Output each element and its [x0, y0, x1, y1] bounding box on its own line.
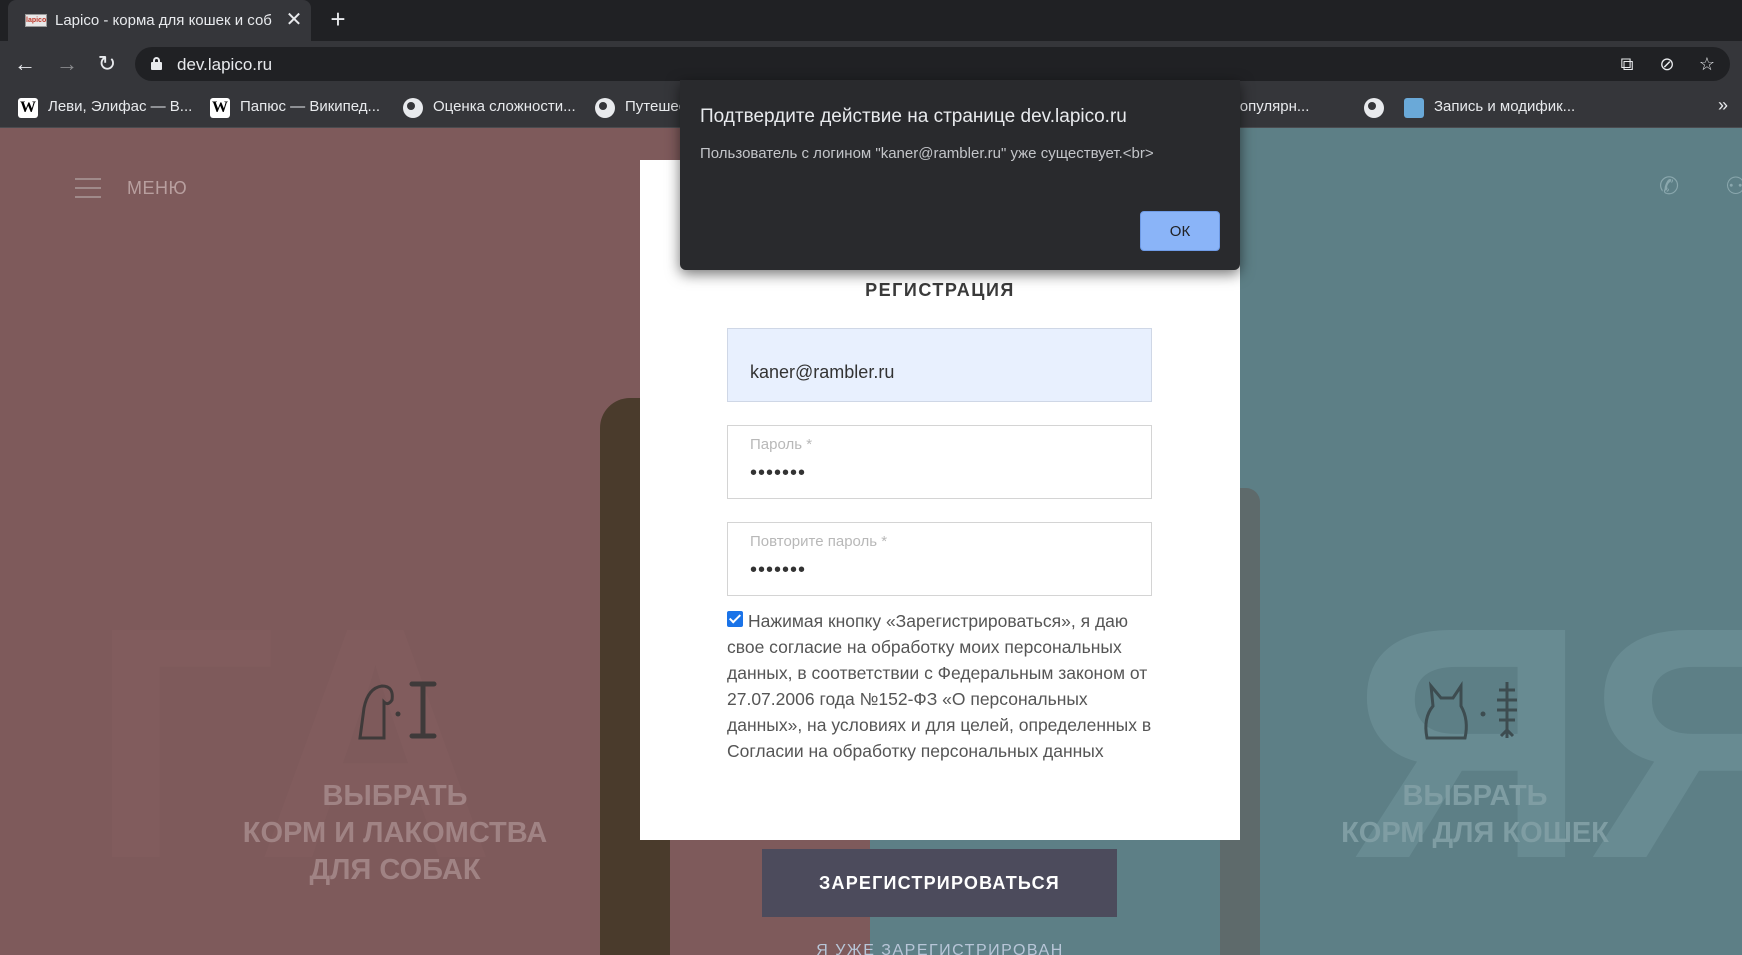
translate-icon[interactable]: ⧉ — [1616, 53, 1638, 75]
tab-close-icon[interactable]: ✕ — [282, 8, 306, 32]
password-label: Пароль * — [750, 436, 813, 453]
wikipedia-icon: W — [18, 98, 38, 118]
reload-icon[interactable]: ↻ — [93, 50, 121, 78]
app-icon — [1404, 98, 1424, 118]
bookmark-label: Оценка сложности... — [433, 98, 576, 115]
globe-icon — [1364, 98, 1384, 118]
background-lettering: ЯЯ — [1350, 558, 1742, 927]
registration-title: РЕГИСТРАЦИЯ — [865, 280, 1015, 300]
cat-and-fishbone-icon — [1424, 681, 1517, 740]
choose-dog-food-link[interactable]: ВЫБРАТЬ КОРМ И ЛАКОМСТВА ДЛЯ СОБАК — [200, 778, 590, 889]
wikipedia-icon: W — [210, 98, 230, 118]
email-value[interactable]: kaner@rambler.ru — [750, 362, 894, 383]
repeat-password-label: Повторите пароль * — [750, 533, 888, 550]
bookmark-label: Путешес — [625, 98, 687, 115]
password-value[interactable]: ••••••• — [750, 462, 806, 485]
dialog-message: Пользователь с логином "kaner@rambler.ru… — [700, 145, 1154, 162]
choose-cat-food-link[interactable]: ВЫБРАТЬ КОРМ ДЛЯ КОШЕК — [1300, 778, 1650, 852]
user-icon[interactable]: ⚇ — [1725, 173, 1742, 201]
cats-line-2: КОРМ ДЛЯ КОШЕК — [1341, 817, 1609, 849]
repeat-password-value[interactable]: ••••••• — [750, 559, 806, 582]
forward-icon[interactable]: → — [53, 50, 81, 78]
bookmark-label: Леви, Элифас — В... — [48, 98, 193, 115]
hamburger-icon — [75, 178, 101, 198]
tab-title: Lapico - корма для кошек и соб — [55, 12, 272, 29]
dog-and-bone-icon — [358, 681, 437, 740]
back-icon[interactable]: ← — [11, 50, 39, 78]
consent-text: Нажимая кнопку «Зарегистрироваться», я д… — [727, 611, 1152, 761]
dogs-line-2: КОРМ И ЛАКОМСТВА — [242, 817, 548, 849]
lock-icon[interactable] — [151, 57, 162, 70]
register-button[interactable]: ЗАРЕГИСТРИРОВАТЬСЯ — [762, 849, 1117, 917]
site-favicon-icon: lapico — [25, 14, 47, 27]
already-registered-link[interactable]: Я УЖЕ ЗАРЕГИСТРИРОВАН — [640, 942, 1240, 955]
bookmark-label: Папюс — Википед... — [240, 98, 381, 115]
browser-tab[interactable]: lapico Lapico - корма для кошек и соб ✕ — [8, 0, 311, 41]
dogs-line-3: ДЛЯ СОБАК — [309, 854, 481, 886]
dogs-line-1: ВЫБРАТЬ — [322, 780, 468, 812]
tab-strip: lapico Lapico - корма для кошек и соб ✕ … — [0, 0, 1742, 41]
password-field[interactable]: Пароль * ••••••• — [727, 425, 1152, 499]
dialog-ok-button[interactable]: ОК — [1140, 211, 1220, 251]
url-text[interactable]: dev.lapico.ru — [177, 55, 272, 75]
globe-icon — [595, 98, 615, 118]
dialog-title: Подтвердите действие на странице dev.lap… — [700, 106, 1127, 127]
bookmark-star-icon[interactable]: ☆ — [1696, 53, 1718, 75]
repeat-password-field[interactable]: Повторите пароль * ••••••• — [727, 522, 1152, 596]
consent-checkbox[interactable] — [727, 611, 743, 627]
bookmark-item[interactable] — [1364, 97, 1386, 119]
email-field[interactable]: kaner@rambler.ru — [727, 328, 1152, 402]
tracking-blocked-eye-icon[interactable]: ⊘ — [1656, 53, 1678, 75]
confirm-dialog: Подтвердите действие на странице dev.lap… — [680, 80, 1240, 270]
globe-icon — [403, 98, 423, 118]
bookmarks-overflow-icon[interactable]: » — [1718, 95, 1728, 116]
phone-icon[interactable]: ✆ — [1655, 173, 1683, 201]
new-tab-button[interactable]: + — [325, 6, 351, 33]
menu-label: МЕНЮ — [127, 178, 188, 198]
address-bar[interactable]: dev.lapico.ru ⧉ ⊘ ☆ — [135, 47, 1730, 81]
cats-line-1: ВЫБРАТЬ — [1402, 780, 1548, 812]
bookmark-label: Запись и модифик... — [1434, 98, 1576, 115]
